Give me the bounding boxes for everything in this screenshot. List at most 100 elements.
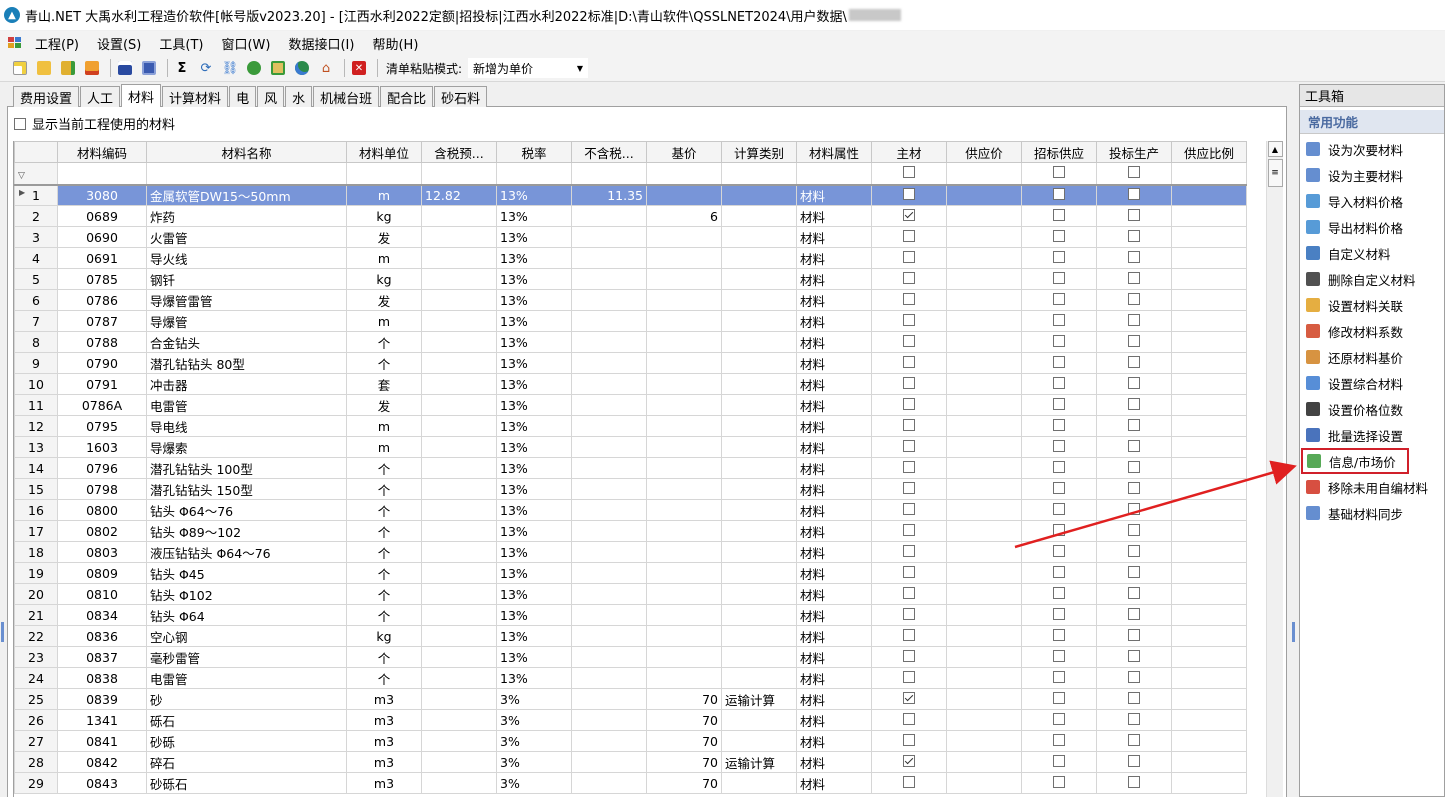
cell-supply-ratio[interactable] — [1171, 352, 1247, 374]
cell-rate[interactable]: 13% — [496, 394, 572, 416]
cell-tender-supply[interactable] — [1021, 583, 1097, 605]
cell-main-material[interactable] — [871, 688, 947, 710]
cell-attr[interactable]: 材料 — [796, 331, 872, 353]
column-header[interactable]: 招标供应 — [1021, 141, 1097, 163]
tab-materials[interactable]: 材料 — [121, 84, 162, 107]
cell-main-material[interactable] — [871, 268, 947, 290]
cell-notax[interactable] — [571, 436, 647, 458]
cell-name[interactable]: 液压钻钻头 Φ64～76 — [146, 541, 347, 563]
menu-data-interface[interactable]: 数据接口(I) — [279, 34, 363, 53]
cell-name[interactable]: 钻头 Φ64 — [146, 604, 347, 626]
cell-notax[interactable] — [571, 520, 647, 542]
cell-code[interactable]: 0786A — [57, 394, 147, 416]
cell-unit[interactable]: 个 — [346, 541, 422, 563]
cell-taxprice[interactable] — [421, 541, 497, 563]
cell-calc[interactable] — [721, 499, 797, 521]
cell-rate[interactable]: 13% — [496, 646, 572, 668]
toolbox-item[interactable]: 导出材料价格 — [1300, 214, 1444, 240]
cell-attr[interactable]: 材料 — [796, 226, 872, 248]
bid-production-checkbox[interactable] — [1128, 397, 1140, 410]
cell-attr[interactable]: 材料 — [796, 205, 872, 227]
cell-supply-ratio[interactable] — [1171, 478, 1247, 500]
cell-tender-supply[interactable] — [1021, 688, 1097, 710]
cell-code[interactable]: 0788 — [57, 331, 147, 353]
cell-name[interactable]: 金属软管DW15～50mm — [146, 184, 347, 206]
cell-name[interactable]: 碎石 — [146, 751, 347, 773]
cell-calc[interactable] — [721, 562, 797, 584]
cell-calc[interactable] — [721, 583, 797, 605]
cell-name[interactable]: 导爆索 — [146, 436, 347, 458]
cell-bid-production[interactable] — [1096, 247, 1172, 269]
cell-rate[interactable]: 13% — [496, 415, 572, 437]
cell-taxprice[interactable] — [421, 394, 497, 416]
cell-tender-supply[interactable] — [1021, 730, 1097, 752]
cell-notax[interactable]: 11.35 — [571, 184, 647, 206]
cell-code[interactable]: 0790 — [57, 352, 147, 374]
cell-supply-price[interactable] — [946, 310, 1022, 332]
cell-calc[interactable]: 运输计算 — [721, 751, 797, 773]
tender-supply-checkbox[interactable] — [1053, 481, 1065, 494]
cell-main-material[interactable] — [871, 583, 947, 605]
table-row[interactable]: 7 0787 导爆管 m 13% 材料 — [14, 310, 1247, 332]
cell-calc[interactable] — [721, 604, 797, 626]
cell-bid-production[interactable] — [1096, 667, 1172, 689]
row-number[interactable]: 24 — [14, 667, 58, 689]
bid-production-checkbox[interactable] — [1128, 292, 1140, 305]
filter-cell[interactable]: ▽ — [14, 162, 58, 186]
cell-tender-supply[interactable] — [1021, 310, 1097, 332]
cell-supply-price[interactable] — [946, 205, 1022, 227]
cell-base[interactable] — [646, 310, 722, 332]
cell-unit[interactable]: 发 — [346, 394, 422, 416]
table-row[interactable]: 11 0786A 电雷管发 13% 材料 — [14, 394, 1247, 416]
tab-electricity[interactable]: 电 — [229, 86, 257, 107]
cell-base[interactable] — [646, 268, 722, 290]
cell-unit[interactable]: m3 — [346, 730, 422, 752]
common-functions-section[interactable]: 常用功能 — [1300, 110, 1444, 134]
cell-tender-supply[interactable] — [1021, 625, 1097, 647]
tender-supply-checkbox[interactable] — [1053, 292, 1065, 305]
bid-production-checkbox[interactable] — [1128, 481, 1140, 494]
row-number[interactable]: 28 — [14, 751, 58, 773]
cell-bid-production[interactable] — [1096, 562, 1172, 584]
table-row[interactable]: 15 0798 潜孔钻钻头 150型个 13% 材料 — [14, 478, 1247, 500]
cell-supply-ratio[interactable] — [1171, 751, 1247, 773]
cell-taxprice[interactable] — [421, 289, 497, 311]
cell-bid-production[interactable] — [1096, 457, 1172, 479]
cell-supply-ratio[interactable] — [1171, 646, 1247, 668]
cell-base[interactable] — [646, 520, 722, 542]
cell-name[interactable]: 砾石 — [146, 709, 347, 731]
cell-taxprice[interactable] — [421, 730, 497, 752]
cell-taxprice[interactable] — [421, 646, 497, 668]
column-header[interactable]: 基价 — [646, 141, 722, 163]
cell-base[interactable] — [646, 457, 722, 479]
cell-notax[interactable] — [571, 268, 647, 290]
cell-main-material[interactable] — [871, 604, 947, 626]
row-number[interactable]: 27 — [14, 730, 58, 752]
close-project-icon[interactable] — [82, 58, 102, 78]
cell-rate[interactable]: 13% — [496, 667, 572, 689]
cell-calc[interactable] — [721, 667, 797, 689]
cell-code[interactable]: 0838 — [57, 667, 147, 689]
bid-production-checkbox[interactable] — [1128, 376, 1140, 389]
cell-tender-supply[interactable] — [1021, 436, 1097, 458]
table-row[interactable]: 17 0802 钻头 Φ89～102 个 13% 材料 — [14, 520, 1247, 542]
cell-unit[interactable]: kg — [346, 205, 422, 227]
cell-supply-ratio[interactable] — [1171, 541, 1247, 563]
tab-calc-materials[interactable]: 计算材料 — [162, 86, 229, 107]
column-header[interactable]: 材料属性 — [796, 141, 872, 163]
cell-calc[interactable] — [721, 625, 797, 647]
filter-icon[interactable]: ▽ — [18, 171, 25, 181]
cell-unit[interactable]: m — [346, 436, 422, 458]
toolbox-item[interactable]: 设为次要材料 — [1300, 136, 1444, 162]
cell-taxprice[interactable] — [421, 352, 497, 374]
cell-notax[interactable] — [571, 751, 647, 773]
cell-supply-price[interactable] — [946, 646, 1022, 668]
cell-tender-supply[interactable] — [1021, 415, 1097, 437]
cell-supply-ratio[interactable] — [1171, 520, 1247, 542]
cell-bid-production[interactable] — [1096, 226, 1172, 248]
cell-name[interactable]: 潜孔钻钻头 100型 — [146, 457, 347, 479]
cell-name[interactable]: 潜孔钻钻头 80型 — [146, 352, 347, 374]
cell-name[interactable]: 钢钎 — [146, 268, 347, 290]
cell-notax[interactable] — [571, 562, 647, 584]
bid-production-checkbox[interactable] — [1128, 754, 1140, 767]
